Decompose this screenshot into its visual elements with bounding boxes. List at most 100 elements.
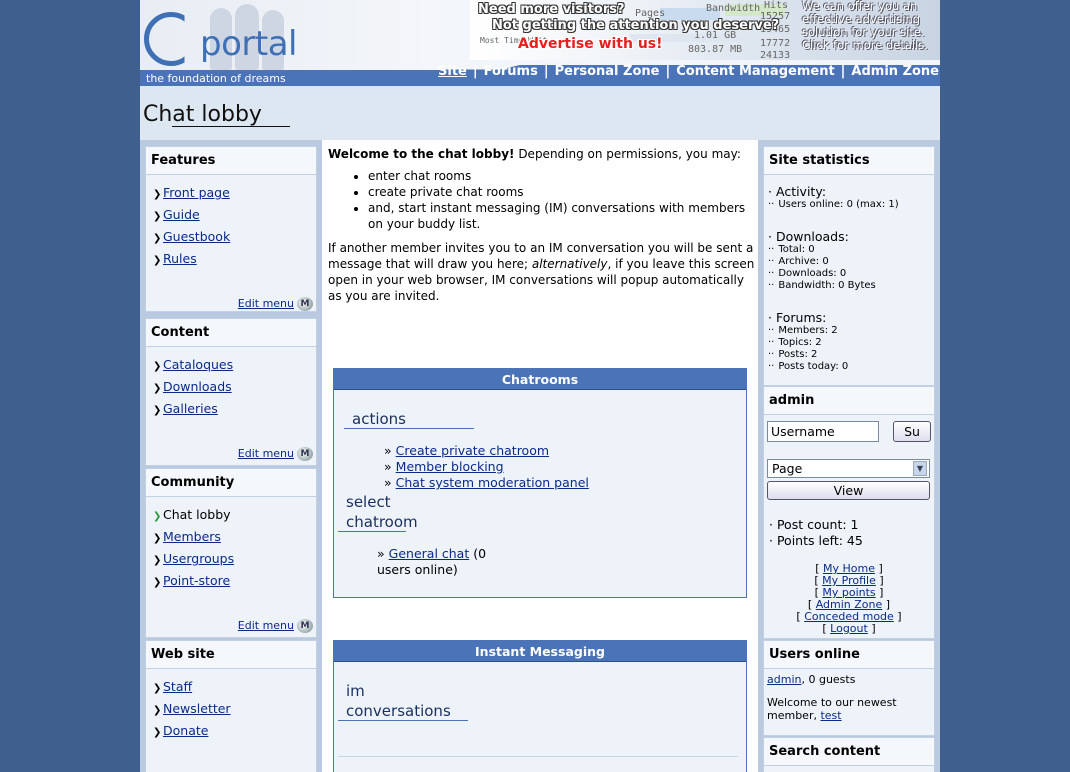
logout-link[interactable]: Logout: [830, 622, 868, 635]
menu-link[interactable]: Cataloques: [163, 357, 233, 372]
chatroom-list: » General chat (0 users online): [377, 546, 517, 578]
menu-item-chat-lobby: ❯ Chat lobby: [153, 507, 316, 529]
menu-link[interactable]: Newsletter: [163, 701, 231, 716]
main-content: Welcome to the chat lobby! Depending on …: [322, 140, 758, 772]
edit-menu-link[interactable]: Edit menu M: [238, 447, 313, 461]
list-item: and, start instant messaging (IM) conver…: [368, 200, 756, 232]
menu-item-usergroups[interactable]: ❯ Usergroups: [153, 551, 316, 573]
website-menu: Web site ❯ Staff ❯ Newsletter ❯ Donate: [145, 640, 317, 772]
menu-item-donate[interactable]: ❯ Donate: [153, 723, 316, 745]
arrow-icon: ❯: [153, 511, 162, 522]
arrow-icon: ❯: [153, 383, 162, 394]
menu-item-front-page[interactable]: ❯ Front page: [153, 185, 316, 207]
menu-item-guestbook[interactable]: ❯ Guestbook: [153, 229, 316, 251]
menu-item-members[interactable]: ❯ Members: [153, 529, 316, 551]
stat-posts-today: Posts today: 0: [778, 361, 849, 372]
site-logo[interactable]: portal: [140, 0, 440, 70]
page-select[interactable]: Page ▼: [767, 459, 930, 478]
community-menu: Community ❯ Chat lobby ❯ Members ❯ Usergrou…: [145, 468, 317, 638]
raquo-icon: »: [377, 546, 385, 561]
post-count: Post count: 1: [776, 517, 859, 532]
site-statistics-title: Site statistics: [764, 147, 934, 175]
points-left: Points left: 45: [776, 533, 863, 548]
arrow-icon: ❯: [153, 727, 162, 738]
menu-link[interactable]: Usergroups: [163, 551, 234, 566]
newest-member-link[interactable]: test: [820, 709, 841, 722]
raquo-icon: »: [384, 475, 392, 490]
menu-link[interactable]: Guestbook: [163, 229, 230, 244]
edit-menu-link[interactable]: Edit menu M: [238, 297, 313, 311]
permissions-list: enter chat rooms create private chat roo…: [368, 168, 756, 232]
moderation-panel-link[interactable]: Chat system moderation panel: [396, 475, 589, 490]
list-item: enter chat rooms: [368, 168, 756, 184]
menu-link[interactable]: Staff: [163, 679, 192, 694]
edit-menu-icon: M: [297, 447, 313, 461]
list-item: create private chat rooms: [368, 184, 756, 200]
menu-item-rules[interactable]: ❯ Rules: [153, 251, 316, 273]
stat-total: Total: 0: [778, 244, 815, 255]
actions-list: » Create private chatroom » Member blockin…: [384, 443, 589, 491]
menu-item-guide[interactable]: ❯ Guide: [153, 207, 316, 229]
title-bar: Chat lobby: [140, 86, 940, 140]
banner-line-3: Advertise with us!: [518, 36, 663, 52]
banner-stat: Bandwidth: [706, 3, 761, 14]
menu-link[interactable]: Rules: [163, 251, 197, 266]
right-sidebar: Site statistics · Activity: ·· Users onlin…: [758, 140, 940, 772]
view-button[interactable]: View: [767, 481, 930, 500]
action-item[interactable]: » Member blocking: [384, 459, 589, 475]
nav-forums[interactable]: Forums: [484, 64, 538, 79]
menu-link[interactable]: Front page: [163, 185, 230, 200]
intro-heading: Welcome to the chat lobby!: [328, 147, 515, 161]
features-title: Features: [146, 147, 316, 175]
banner-line-1: Need more visitors?: [478, 2, 625, 17]
menu-item-point-store[interactable]: ❯ Point-store: [153, 573, 316, 595]
forums-label: Forums:: [775, 310, 827, 325]
menu-link[interactable]: Downloads: [163, 379, 232, 394]
nav-site[interactable]: Site: [438, 64, 467, 79]
advertise-banner[interactable]: Pages Bandwidth Hits 15257 19465 17772 2…: [470, 0, 940, 61]
main-nav: Site | Forums | Personal Zone | Content Manage…: [438, 64, 940, 79]
chevron-down-icon: ▼: [913, 461, 927, 476]
action-item[interactable]: » Chat system moderation panel: [384, 475, 589, 491]
nav-admin-zone[interactable]: Admin Zone: [851, 64, 939, 79]
menu-item-cataloques[interactable]: ❯ Cataloques: [153, 357, 316, 379]
arrow-icon: ❯: [153, 189, 162, 200]
arrow-icon: ❯: [153, 211, 162, 222]
chatroom-item[interactable]: » General chat (0 users online): [377, 546, 517, 578]
menu-item-staff[interactable]: ❯ Staff: [153, 679, 316, 701]
page-title: Chat lobby: [143, 102, 262, 127]
im-conversations-heading: im conversations: [346, 682, 451, 720]
username-input[interactable]: Username: [767, 421, 879, 442]
nav-personal-zone[interactable]: Personal Zone: [555, 64, 660, 79]
nav-content-management[interactable]: Content Management: [676, 64, 834, 79]
site-header: portal the foundation of dreams Pages Ba…: [140, 0, 940, 86]
create-private-chatroom-link[interactable]: Create private chatroom: [396, 443, 549, 458]
menu-item-newsletter[interactable]: ❯ Newsletter: [153, 701, 316, 723]
stat-topics: Topics: 2: [778, 337, 822, 348]
website-title: Web site: [146, 641, 316, 669]
online-user-link[interactable]: admin: [767, 673, 801, 686]
general-chat-link[interactable]: General chat: [389, 546, 470, 561]
menu-link[interactable]: Guide: [163, 207, 200, 222]
arrow-icon: ❯: [153, 233, 162, 244]
su-button[interactable]: Su: [893, 421, 931, 442]
menu-link[interactable]: Donate: [163, 723, 208, 738]
menu-link[interactable]: Galleries: [163, 401, 218, 416]
chatrooms-panel: Chatrooms actions » Create private chatro…: [333, 368, 747, 598]
downloads-label: Downloads:: [775, 229, 849, 244]
menu-link[interactable]: Members: [163, 529, 221, 544]
arrow-icon: ❯: [153, 533, 162, 544]
community-title: Community: [146, 469, 316, 497]
banner-stat: Hits: [764, 0, 789, 11]
admin-title: admin: [764, 387, 934, 415]
edit-menu-link[interactable]: Edit menu M: [238, 619, 313, 633]
search-title: Search content: [764, 738, 934, 766]
select-chatroom-heading: select chatroom: [346, 493, 418, 531]
menu-link[interactable]: Point-store: [163, 573, 230, 588]
member-blocking-link[interactable]: Member blocking: [396, 459, 504, 474]
action-item[interactable]: » Create private chatroom: [384, 443, 589, 459]
tagline: the foundation of dreams: [140, 70, 440, 86]
menu-item-galleries[interactable]: ❯ Galleries: [153, 401, 316, 423]
content-menu: Content ❯ Cataloques ❯ Downloads ❯ Gallerie…: [145, 318, 317, 466]
menu-item-downloads[interactable]: ❯ Downloads: [153, 379, 316, 401]
